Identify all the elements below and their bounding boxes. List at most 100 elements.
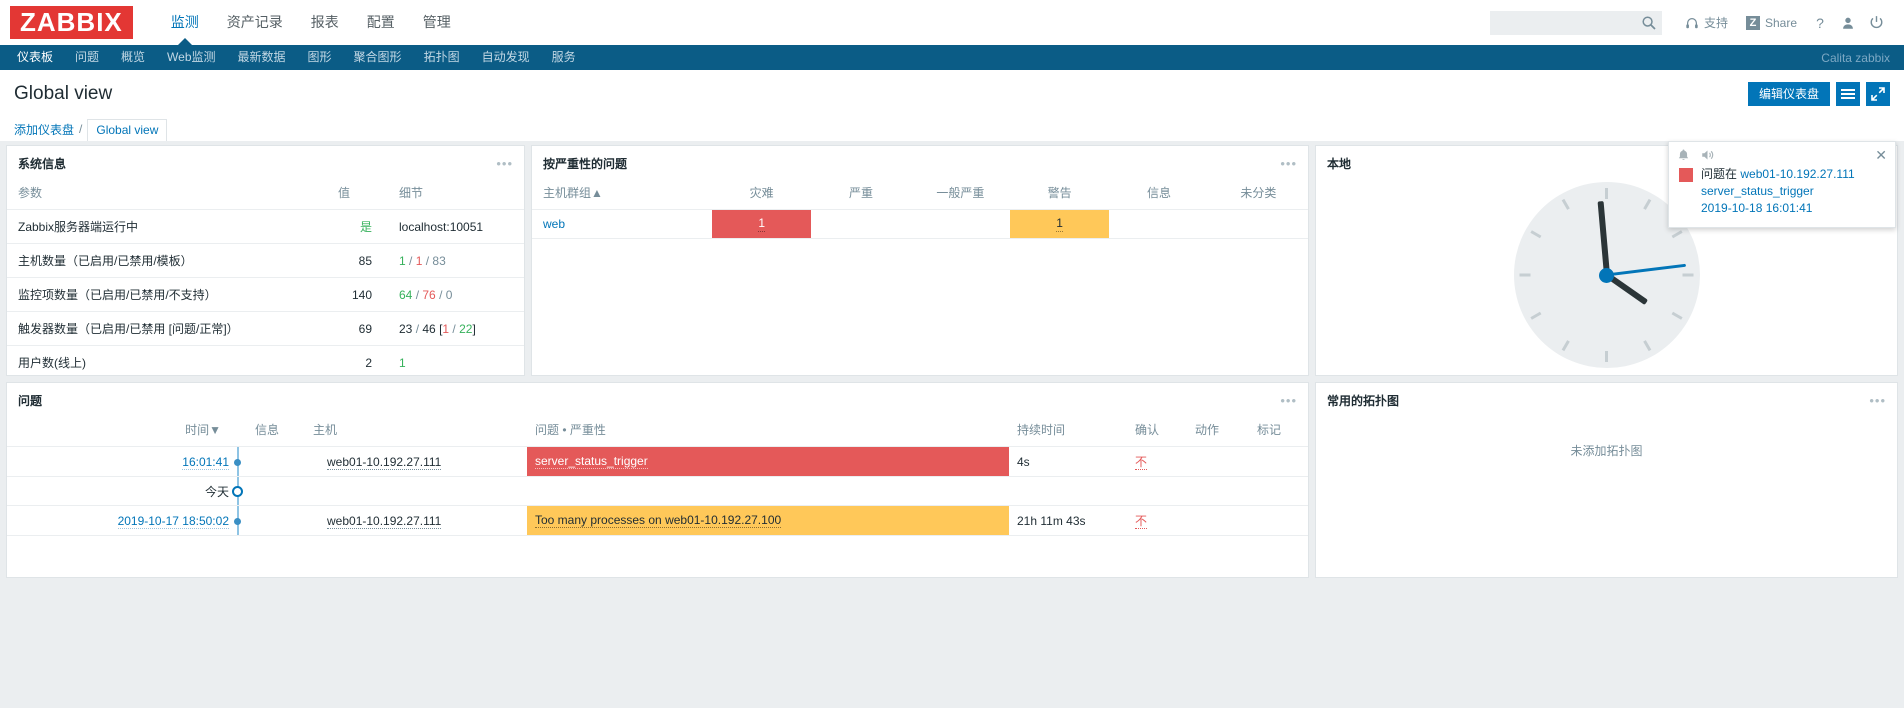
severity-count[interactable]: 1 [1056, 217, 1063, 232]
widget-actions-button[interactable]: ••• [1280, 394, 1297, 407]
search-icon[interactable] [1641, 15, 1657, 31]
clock-tick [1643, 340, 1652, 352]
detail-segment: / [405, 253, 416, 268]
problem-time-link[interactable]: 2019-10-17 18:50:02 [117, 513, 229, 529]
col-info[interactable]: 信息 [247, 416, 305, 447]
ack-link[interactable]: 不 [1135, 514, 1148, 529]
severity-host-group[interactable]: web [532, 209, 712, 239]
col-time[interactable]: 时间▼ [7, 416, 229, 447]
breadcrumb-add-dashboard[interactable]: 添加仪表盘 [14, 121, 74, 138]
timeline-dot-marker [234, 517, 241, 525]
col-problem-severity[interactable]: 问题 • 严重性 [527, 416, 1009, 447]
widget-header: 系统信息 ••• [7, 146, 524, 179]
share-label: Share [1764, 15, 1797, 30]
global-search[interactable] [1489, 10, 1662, 35]
bell-icon[interactable] [1677, 148, 1690, 162]
support-link[interactable]: 支持 [1676, 11, 1737, 35]
subnav-item-maps[interactable]: 拓扑图 [413, 45, 471, 70]
host-group-link[interactable]: web [543, 217, 565, 231]
detail-segment: / [449, 321, 460, 336]
nav-item-configuration[interactable]: 配置 [353, 0, 409, 45]
edit-dashboard-button[interactable]: 编辑仪表盘 [1747, 81, 1830, 106]
help-button[interactable]: ? [1806, 11, 1834, 35]
col-not-classified[interactable]: 未分类 [1208, 179, 1308, 210]
expand-icon [1871, 86, 1885, 101]
col-warning[interactable]: 警告 [1009, 179, 1110, 210]
subnav-item-web[interactable]: Web监测 [156, 45, 226, 70]
table-header-row: 时间▼ 信息 主机 问题 • 严重性 持续时间 确认 动作 标记 [7, 416, 1308, 447]
detail-segment: 0 [445, 287, 453, 302]
dashboard-menu-button[interactable] [1836, 81, 1860, 106]
detail-segment: 22 [459, 321, 473, 336]
zabbix-logo[interactable]: ZABBIX [10, 5, 133, 40]
subnav-item-services[interactable]: 服务 [541, 45, 587, 70]
clock-tick [1671, 311, 1683, 320]
col-information[interactable]: 信息 [1109, 179, 1209, 210]
subnav-item-overview[interactable]: 概览 [110, 45, 156, 70]
clock-tick [1530, 230, 1542, 239]
ack-link[interactable]: 不 [1135, 455, 1148, 470]
problem-host-link[interactable]: web01-10.192.27.111 [327, 513, 442, 529]
problem-actions [1187, 476, 1249, 506]
system-info-value: 85 [327, 243, 383, 278]
subnav-item-latest-data[interactable]: 最新数据 [227, 45, 297, 70]
breadcrumb-current-dashboard[interactable]: Global view [87, 118, 168, 142]
col-average[interactable]: 一般严重 [910, 179, 1010, 210]
notification-trigger[interactable]: server_status_trigger [1701, 183, 1855, 200]
problem-name-link[interactable]: server_status_trigger [535, 454, 648, 469]
problem-time: 2019-10-17 18:50:02 [7, 505, 229, 536]
problem-time-link[interactable]: 16:01:41 [182, 454, 229, 470]
col-duration[interactable]: 持续时间 [1009, 416, 1127, 447]
close-icon[interactable]: ✕ [1875, 148, 1887, 162]
detail-segment: 46 [422, 321, 436, 336]
clock-tick [1605, 188, 1608, 199]
system-info-rows: Zabbix服务器端运行中是 localhost:10051 主机数量（已启用/已禁… [7, 209, 524, 375]
problem-info [247, 505, 305, 536]
subnav-item-screens[interactable]: 聚合图形 [343, 45, 413, 70]
col-host-group[interactable]: 主机群组▲ [532, 179, 712, 210]
nav-item-monitoring[interactable]: 监测 [157, 0, 213, 46]
notification-item: 问题在 web01-10.192.27.111 server_status_tr… [1679, 166, 1885, 217]
user-profile-button[interactable] [1834, 11, 1862, 35]
clock-tick [1643, 198, 1652, 210]
col-axis [229, 416, 247, 447]
problem-name-link[interactable]: Too many processes on web01-10.192.27.10… [535, 513, 782, 528]
filler-cell [911, 239, 1010, 241]
sign-out-button[interactable] [1862, 11, 1890, 35]
col-actions[interactable]: 动作 [1187, 416, 1249, 447]
nav-item-inventory[interactable]: 资产记录 [213, 0, 297, 45]
notification-prefix: 问题在 [1701, 167, 1738, 181]
nav-item-reports[interactable]: 报表 [297, 0, 353, 45]
severity-count[interactable]: 1 [758, 217, 765, 232]
fullscreen-button[interactable] [1866, 81, 1890, 106]
subnav-item-graphs[interactable]: 图形 [297, 45, 343, 70]
severity-cell-high [811, 209, 911, 239]
sub-navigation: 仪表板 问题 概览 Web监测 最新数据 图形 聚合图形 拓扑图 自动发现 服务… [0, 45, 1904, 70]
subnav-item-dashboard[interactable]: 仪表板 [6, 45, 64, 70]
problem-ack: 不 [1127, 505, 1187, 536]
notification-host-link[interactable]: web01-10.192.27.111 [1740, 167, 1854, 181]
col-tags[interactable]: 标记 [1249, 416, 1308, 447]
col-ack[interactable]: 确认 [1127, 416, 1187, 447]
speaker-icon[interactable] [1700, 148, 1715, 162]
filler-cell [1109, 239, 1208, 241]
nav-item-administration[interactable]: 管理 [409, 0, 465, 45]
widget-actions-button[interactable]: ••• [1280, 157, 1297, 170]
severity-cell-warning[interactable]: 1 [1009, 209, 1110, 239]
problem-host-link[interactable]: web01-10.192.27.111 [327, 454, 442, 470]
problem-info [247, 476, 305, 506]
subnav-item-discovery[interactable]: 自动发现 [471, 45, 541, 70]
col-disaster[interactable]: 灾难 [712, 179, 812, 210]
widget-actions-button[interactable]: ••• [1869, 394, 1886, 407]
clock-center-dot [1599, 267, 1614, 283]
col-host[interactable]: 主机 [305, 416, 527, 447]
widget-actions-button[interactable]: ••• [496, 157, 513, 170]
detail-segment: 64 [399, 287, 413, 302]
share-link[interactable]: Z Share [1737, 11, 1806, 35]
today-label: 今天 [7, 476, 229, 506]
search-input[interactable] [1489, 10, 1662, 35]
subnav-item-problems[interactable]: 问题 [64, 45, 110, 70]
severity-cell-disaster[interactable]: 1 [712, 209, 812, 239]
col-high[interactable]: 严重 [811, 179, 911, 210]
problem-ack: 不 [1127, 446, 1187, 477]
